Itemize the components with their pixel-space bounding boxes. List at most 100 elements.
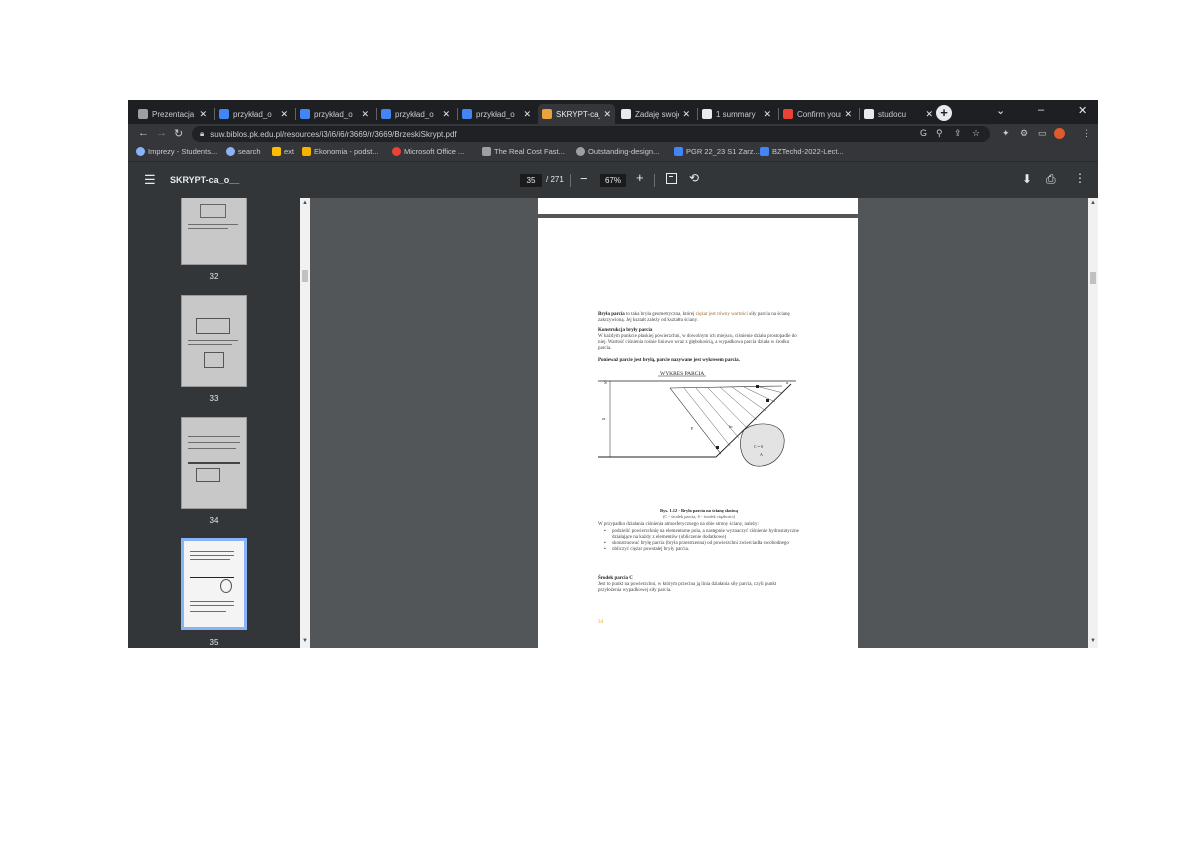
pdf-icon xyxy=(542,109,552,119)
bookmarks-bar: Imprezy - Students... search ext Ekonomi… xyxy=(128,144,1098,162)
more-options-icon[interactable]: ⋮ xyxy=(1074,171,1086,185)
highlighted-text: ciężar jest równy wartości xyxy=(695,312,749,317)
tab-8[interactable]: Confirm your ✕ xyxy=(779,104,856,124)
print-icon[interactable]: ⎙ xyxy=(1046,172,1056,187)
bookmark-label: search xyxy=(238,147,261,156)
bookmark-8[interactable]: BZTechd-2022-Lect... xyxy=(760,147,844,156)
tab-6[interactable]: Zadaję swoje ✕ xyxy=(617,104,694,124)
close-icon[interactable]: ✕ xyxy=(442,109,450,120)
close-icon[interactable]: ✕ xyxy=(280,109,288,120)
menu-icon[interactable]: ☰ xyxy=(144,172,156,188)
svg-text:S: S xyxy=(604,381,607,386)
close-icon[interactable]: ✕ xyxy=(763,109,771,120)
tab-1[interactable]: przykład_o ✕ xyxy=(215,104,292,124)
bookmark-label: Outstanding-design... xyxy=(588,147,660,156)
google-icon[interactable]: G xyxy=(920,128,927,138)
bookmark-label: BZTechd-2022-Lect... xyxy=(772,147,844,156)
forward-icon[interactable]: → xyxy=(156,127,167,139)
close-icon[interactable]: ✕ xyxy=(682,109,690,120)
thumbnail-number: 35 xyxy=(209,638,219,647)
bookmark-0[interactable]: Imprezy - Students... xyxy=(136,147,217,156)
scroll-up-icon[interactable]: ▲ xyxy=(1090,200,1096,206)
profile-avatar[interactable] xyxy=(1054,128,1065,139)
tab-label: przykład_o xyxy=(314,109,353,119)
tab-9[interactable]: studocu ✕ xyxy=(860,104,937,124)
svg-text:C = S: C = S xyxy=(754,444,763,449)
studocu-icon xyxy=(621,109,631,119)
star-icon[interactable]: ☆ xyxy=(972,128,980,139)
extension-icon[interactable]: ✦ xyxy=(1002,128,1010,139)
share-icon[interactable]: ⇪ xyxy=(954,128,962,139)
tab-label: Zadaję swoje xyxy=(635,109,680,119)
tab-0[interactable]: Prezentacja | ✕ xyxy=(134,104,211,124)
page-thumbnail-34[interactable] xyxy=(181,417,247,509)
tab-3[interactable]: przykład_o ✕ xyxy=(377,104,454,124)
tab-label: przykład_o xyxy=(233,109,272,119)
bookmark-label: The Real Cost Fast... xyxy=(494,147,565,156)
minimize-icon[interactable]: – xyxy=(1038,104,1044,116)
close-window-icon[interactable]: ✕ xyxy=(1078,104,1087,117)
reload-icon[interactable]: ↻ xyxy=(174,127,183,140)
puzzle-icon[interactable]: ⚙ xyxy=(1020,128,1028,139)
tab-strip: Prezentacja | ✕ przykład_o ✕ przykład_o ✕ p… xyxy=(128,100,1098,124)
page-thumbnail-33[interactable] xyxy=(181,295,247,387)
drive-icon xyxy=(219,109,229,119)
page-thumbnail-32[interactable] xyxy=(181,198,247,265)
sidebar-scrollbar[interactable]: ▲ ▼ xyxy=(300,198,310,648)
svg-text:α: α xyxy=(786,380,788,385)
scroll-up-icon[interactable]: ▲ xyxy=(302,200,308,206)
tab-4[interactable]: przykład_o ✕ xyxy=(458,104,535,124)
paragraph-1: Bryła parcia to taka bryła geometryczna,… xyxy=(598,312,800,324)
sidebar-scroll-thumb[interactable] xyxy=(302,270,308,282)
bookmark-5[interactable]: The Real Cost Fast... xyxy=(482,147,565,156)
page-total: / 271 xyxy=(546,175,564,184)
tab-5-active[interactable]: SKRYPT-ca_c✕ xyxy=(538,104,615,124)
close-icon[interactable]: ✕ xyxy=(523,109,531,120)
close-icon[interactable]: ✕ xyxy=(844,109,852,120)
fit-to-page-icon[interactable] xyxy=(666,173,677,184)
svg-text:A: A xyxy=(760,452,763,457)
tab-search-icon[interactable]: ⌄ xyxy=(996,104,1005,117)
tab-2[interactable]: przykład_o ✕ xyxy=(296,104,373,124)
bookmark-1[interactable]: search xyxy=(226,147,261,156)
page-number-input[interactable]: 35 xyxy=(520,174,542,187)
scroll-down-icon[interactable]: ▼ xyxy=(302,638,308,644)
paragraph-2: W każdym punkcie płaskiej powierzchni, w… xyxy=(598,334,797,351)
close-icon[interactable]: ✕ xyxy=(199,109,207,120)
download-icon[interactable]: ⬇ xyxy=(1022,172,1032,186)
zoom-out-button[interactable]: − xyxy=(580,171,588,186)
sidepanel-icon[interactable]: ▭ xyxy=(1038,128,1047,139)
bookmark-7[interactable]: PGR 22_23 S1 Zarz... xyxy=(674,147,760,156)
bookmark-2[interactable]: ext xyxy=(272,147,294,156)
address-bar[interactable]: 🔒︎ suw.biblos.pk.edu.pl/resources/i3/i6/… xyxy=(192,126,990,142)
page-thumbnail-35[interactable] xyxy=(181,538,247,630)
document-title: SKRYPT-ca_o__ xyxy=(170,175,240,185)
close-icon[interactable]: ✕ xyxy=(361,109,369,120)
viewer-scrollbar[interactable]: ▲ ▼ xyxy=(1088,198,1098,648)
viewer-scroll-thumb[interactable] xyxy=(1090,272,1096,284)
pressure-diagram: WYKRES PARCIA S zs hc C = S A P α xyxy=(598,371,796,467)
new-tab-button[interactable]: + xyxy=(936,105,952,121)
browser-menu-icon[interactable]: ⋮ xyxy=(1082,128,1091,139)
bookmark-4[interactable]: Microsoft Office ... xyxy=(392,147,464,156)
tab-7[interactable]: 1 summary ✕ xyxy=(698,104,775,124)
bookmark-6[interactable]: Outstanding-design... xyxy=(576,147,659,156)
close-icon[interactable]: ✕ xyxy=(925,109,933,120)
back-icon[interactable]: ← xyxy=(138,127,149,139)
tab-label: Confirm your xyxy=(797,109,842,119)
scroll-down-icon[interactable]: ▼ xyxy=(1090,638,1096,644)
bookmark-3[interactable]: Ekonomia - podst... xyxy=(302,147,379,156)
pdf-viewer[interactable]: Bryła parcia to taka bryła geometryczna,… xyxy=(310,198,1088,648)
zoom-in-button[interactable]: + xyxy=(636,170,644,185)
text: to taka bryła geometryczna, której xyxy=(624,312,696,317)
tab-label: studocu xyxy=(878,109,907,119)
zoom-input[interactable]: 67% xyxy=(600,174,626,187)
thumbnail-number: 33 xyxy=(209,394,219,403)
zoom-icon[interactable]: ⚲ xyxy=(936,128,943,139)
close-icon[interactable]: ✕ xyxy=(603,109,611,120)
drive-icon xyxy=(462,109,472,119)
rotate-icon[interactable]: ⟲ xyxy=(689,171,699,185)
bookmark-icon xyxy=(302,147,311,156)
previous-page-bottom xyxy=(538,198,858,214)
paragraph-5: Jest to punkt na powierzchni, w którym p… xyxy=(598,582,777,593)
